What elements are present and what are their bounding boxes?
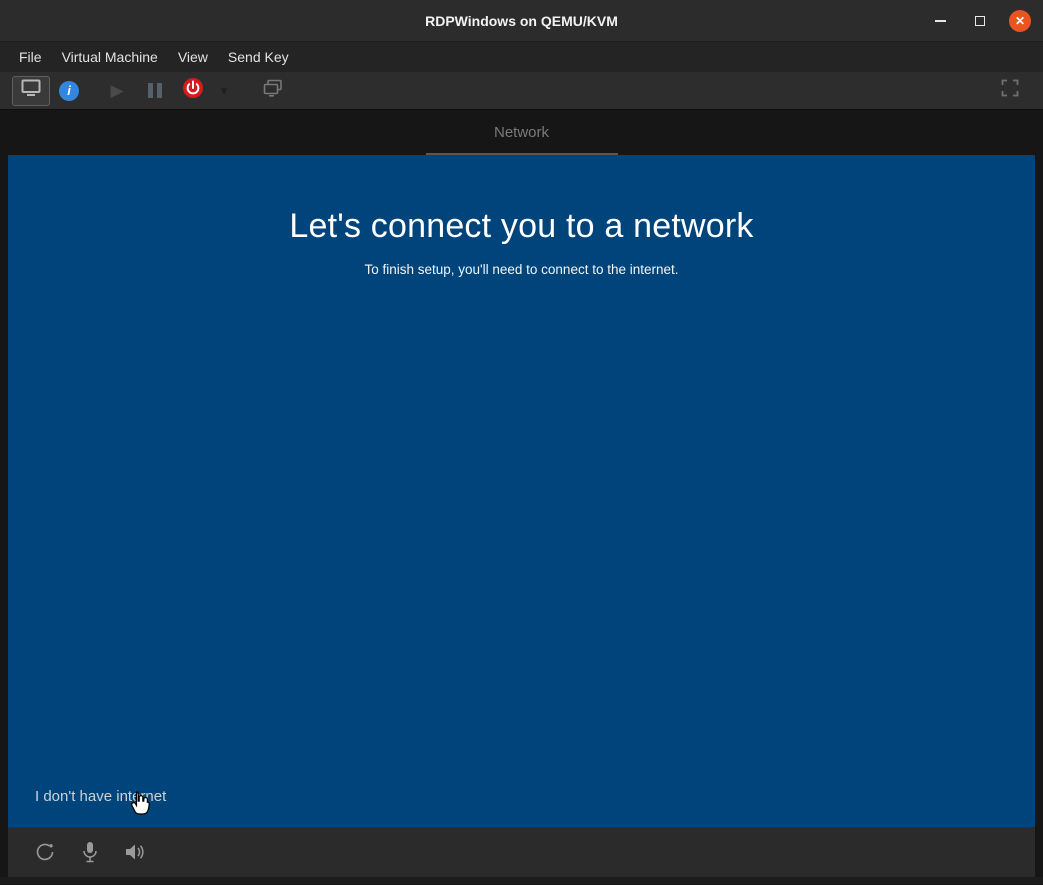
microphone-icon (82, 841, 98, 863)
letterbox-filler (0, 877, 1043, 884)
maximize-button[interactable] (967, 8, 993, 34)
close-icon: ✕ (1009, 10, 1031, 32)
ease-of-access-button[interactable] (34, 841, 56, 863)
console-display-icon (21, 79, 41, 102)
shutdown-button[interactable] (174, 76, 212, 106)
menubar: File Virtual Machine View Send Key (0, 42, 1043, 72)
pause-button[interactable] (136, 76, 174, 106)
oobe-step-title: Network (0, 110, 1043, 155)
vm-details-button[interactable]: i (50, 76, 88, 106)
shutdown-menu-button[interactable]: ▾ (212, 76, 236, 106)
shutdown-menu-caret-icon: ▾ (221, 84, 228, 97)
virt-manager-window: RDPWindows on QEMU/KVM ✕ File Virtual Ma… (0, 0, 1043, 885)
run-icon: ▶ (110, 82, 123, 99)
oobe-header: Network (0, 110, 1043, 155)
minimize-button[interactable] (927, 8, 953, 34)
menu-file[interactable]: File (9, 49, 52, 65)
oobe-bottombar (8, 827, 1035, 877)
toolbar: i ▶ ▾ (0, 72, 1043, 110)
menu-send-key[interactable]: Send Key (218, 49, 299, 65)
volume-button[interactable] (124, 843, 146, 861)
run-button[interactable]: ▶ (98, 76, 136, 106)
vm-details-info-icon: i (59, 81, 79, 101)
ease-of-access-icon (34, 841, 56, 863)
minimize-icon (935, 20, 946, 22)
shutdown-icon (182, 77, 204, 104)
window-controls: ✕ (927, 0, 1033, 41)
oobe-subtitle: To finish setup, you'll need to connect … (8, 262, 1035, 277)
menu-virtual-machine[interactable]: Virtual Machine (52, 49, 168, 65)
pause-icon (148, 83, 162, 98)
console-button[interactable] (12, 76, 50, 106)
titlebar[interactable]: RDPWindows on QEMU/KVM ✕ (0, 0, 1043, 42)
window-title: RDPWindows on QEMU/KVM (425, 13, 618, 29)
oobe-content: Let's connect you to a network To finish… (8, 155, 1035, 827)
displays-icon (263, 79, 283, 102)
maximize-icon (975, 16, 985, 26)
volume-icon (124, 843, 146, 861)
oobe-heading: Let's connect you to a network (8, 155, 1035, 246)
close-button[interactable]: ✕ (1007, 8, 1033, 34)
menu-view[interactable]: View (168, 49, 218, 65)
vm-display[interactable]: Network Let's connect you to a network T… (0, 110, 1043, 885)
fullscreen-icon (1001, 79, 1019, 102)
hand-cursor-icon (130, 790, 152, 821)
displays-button[interactable] (254, 76, 292, 106)
fullscreen-button[interactable] (991, 76, 1029, 106)
microphone-button[interactable] (82, 841, 98, 863)
